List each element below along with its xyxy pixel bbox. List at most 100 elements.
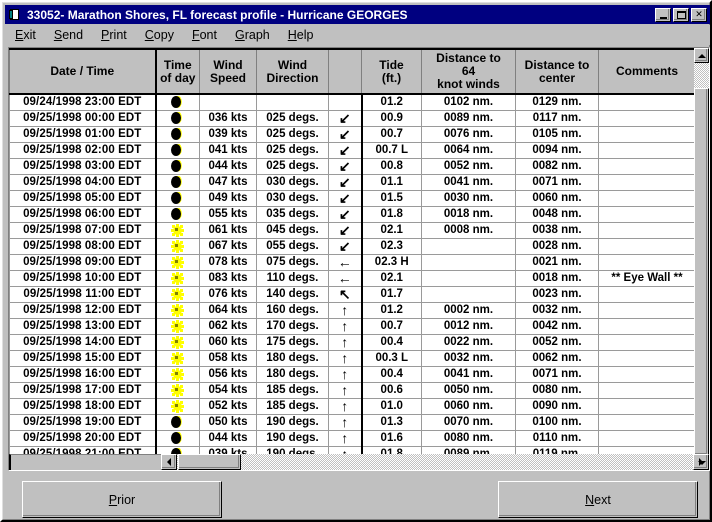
cell-wind-direction[interactable]: 175 degs. — [256, 334, 329, 351]
cell-distance-64kt[interactable]: 0008 nm. — [421, 222, 516, 239]
cell-wind-direction[interactable] — [256, 94, 329, 111]
cell-wind-speed[interactable]: 061 kts — [199, 222, 257, 239]
cell-tide[interactable]: 01.8 — [361, 206, 422, 223]
cell-distance-center[interactable]: 0129 nm. — [515, 94, 599, 111]
cell-wind-direction[interactable]: 180 degs. — [256, 350, 329, 367]
cell-tide[interactable]: 00.4 — [361, 366, 422, 383]
scroll-right-button[interactable] — [693, 454, 709, 470]
moon-icon[interactable] — [155, 174, 200, 191]
cell-distance-center[interactable]: 0023 nm. — [515, 286, 599, 303]
cell-tide[interactable]: 00.7 L — [361, 142, 422, 159]
cell-distance-64kt[interactable]: 0080 nm. — [421, 430, 516, 447]
cell-distance-center[interactable]: 0032 nm. — [515, 302, 599, 319]
cell-distance-center[interactable]: 0105 nm. — [515, 126, 599, 143]
cell-wind-speed[interactable]: 036 kts — [199, 110, 257, 127]
cell-distance-center[interactable]: 0094 nm. — [515, 142, 599, 159]
table-row[interactable]: 09/25/1998 00:00 EDT 036 kts 025 degs. ↙ 00.… — [9, 110, 696, 127]
sun-icon[interactable] — [155, 270, 200, 287]
cell-distance-64kt[interactable] — [421, 286, 516, 303]
cell-tide[interactable]: 00.3 L — [361, 350, 422, 367]
cell-comment[interactable] — [598, 302, 696, 319]
header-distance-to-center[interactable]: Distance to center — [515, 48, 599, 95]
cell-comment[interactable] — [598, 334, 696, 351]
cell-distance-center[interactable]: 0080 nm. — [515, 382, 599, 399]
table-row[interactable]: 09/25/1998 09:00 EDT 078 kts 075 degs. ← 02.… — [9, 254, 696, 271]
cell-distance-64kt[interactable]: 0102 nm. — [421, 94, 516, 111]
cell-wind-speed[interactable]: 067 kts — [199, 238, 257, 255]
cell-wind-speed[interactable] — [199, 94, 257, 111]
cell-comment[interactable] — [598, 350, 696, 367]
cell-distance-center[interactable]: 0082 nm. — [515, 158, 599, 175]
cell-date-time[interactable]: 09/25/1998 19:00 EDT — [9, 414, 157, 431]
cell-wind-direction[interactable]: 025 degs. — [256, 110, 329, 127]
header-distance-to-64kt[interactable]: Distance to 64 knot winds — [421, 48, 516, 95]
cell-distance-center[interactable]: 0110 nm. — [515, 430, 599, 447]
cell-comment[interactable] — [598, 286, 696, 303]
cell-date-time[interactable]: 09/25/1998 20:00 EDT — [9, 430, 157, 447]
cell-distance-64kt[interactable]: 0089 nm. — [421, 110, 516, 127]
cell-date-time[interactable]: 09/25/1998 14:00 EDT — [9, 334, 157, 351]
cell-comment[interactable] — [598, 126, 696, 143]
cell-distance-64kt[interactable] — [421, 270, 516, 287]
table-row[interactable]: 09/25/1998 10:00 EDT 083 kts 110 degs. ← 02.… — [9, 270, 696, 287]
cell-date-time[interactable]: 09/25/1998 00:00 EDT — [9, 110, 157, 127]
cell-tide[interactable]: 01.2 — [361, 94, 422, 111]
cell-distance-center[interactable]: 0060 nm. — [515, 190, 599, 207]
cell-wind-speed[interactable]: 044 kts — [199, 430, 257, 447]
cell-distance-64kt[interactable]: 0050 nm. — [421, 382, 516, 399]
cell-wind-direction[interactable]: 110 degs. — [256, 270, 329, 287]
cell-distance-center[interactable]: 0028 nm. — [515, 238, 599, 255]
cell-distance-64kt[interactable]: 0041 nm. — [421, 174, 516, 191]
cell-date-time[interactable]: 09/25/1998 15:00 EDT — [9, 350, 157, 367]
sun-icon[interactable] — [155, 254, 200, 271]
cell-date-time[interactable]: 09/25/1998 10:00 EDT — [9, 270, 157, 287]
cell-wind-direction[interactable]: 025 degs. — [256, 142, 329, 159]
table-row[interactable]: 09/25/1998 01:00 EDT 039 kts 025 degs. ↙ 00.… — [9, 126, 696, 143]
header-date-time[interactable]: Date / Time — [9, 48, 157, 95]
cell-wind-speed[interactable]: 049 kts — [199, 190, 257, 207]
cell-wind-speed[interactable]: 041 kts — [199, 142, 257, 159]
horizontal-scrollbar[interactable] — [161, 454, 709, 470]
cell-wind-direction[interactable]: 170 degs. — [256, 318, 329, 335]
sun-icon[interactable] — [155, 302, 200, 319]
next-button[interactable]: Next — [498, 481, 698, 518]
sun-icon[interactable] — [155, 222, 200, 239]
header-time-of-day[interactable]: Time of day — [155, 48, 200, 95]
moon-icon[interactable] — [155, 190, 200, 207]
cell-date-time[interactable]: 09/25/1998 12:00 EDT — [9, 302, 157, 319]
table-row[interactable]: 09/25/1998 16:00 EDT 056 kts 180 degs. ↑ 00.… — [9, 366, 696, 383]
cell-comment[interactable] — [598, 318, 696, 335]
moon-icon[interactable] — [155, 142, 200, 159]
table-row[interactable]: 09/25/1998 14:00 EDT 060 kts 175 degs. ↑ 00.… — [9, 334, 696, 351]
cell-distance-center[interactable]: 0042 nm. — [515, 318, 599, 335]
table-row[interactable]: 09/25/1998 04:00 EDT 047 kts 030 degs. ↙ 01.… — [9, 174, 696, 191]
cell-wind-speed[interactable]: 047 kts — [199, 174, 257, 191]
cell-tide[interactable]: 00.8 — [361, 158, 422, 175]
forecast-grid-viewport[interactable]: Date / Time Time of day Wind Speed Wind … — [9, 48, 709, 470]
cell-distance-64kt[interactable]: 0018 nm. — [421, 206, 516, 223]
cell-tide[interactable]: 01.7 — [361, 286, 422, 303]
table-row[interactable]: 09/25/1998 03:00 EDT 044 kts 025 degs. ↙ 00.… — [9, 158, 696, 175]
cell-date-time[interactable]: 09/25/1998 03:00 EDT — [9, 158, 157, 175]
vertical-scrollbar[interactable] — [694, 48, 709, 470]
cell-distance-64kt[interactable] — [421, 238, 516, 255]
cell-comment[interactable] — [598, 190, 696, 207]
menu-copy[interactable]: Copy — [136, 26, 183, 44]
sun-icon[interactable] — [155, 334, 200, 351]
cell-distance-center[interactable]: 0090 nm. — [515, 398, 599, 415]
table-row[interactable]: 09/25/1998 06:00 EDT 055 kts 035 degs. ↙ 01.… — [9, 206, 696, 223]
header-tide[interactable]: Tide (ft.) — [361, 48, 422, 95]
cell-tide[interactable]: 01.5 — [361, 190, 422, 207]
header-wind-direction[interactable]: Wind Direction — [256, 48, 329, 95]
close-button[interactable]: ✕ — [691, 7, 707, 22]
menu-help[interactable]: Help — [279, 26, 323, 44]
cell-comment[interactable] — [598, 366, 696, 383]
cell-wind-direction[interactable]: 035 degs. — [256, 206, 329, 223]
cell-wind-speed[interactable]: 076 kts — [199, 286, 257, 303]
table-row[interactable]: 09/25/1998 02:00 EDT 041 kts 025 degs. ↙ 00.… — [9, 142, 696, 159]
cell-wind-direction[interactable]: 045 degs. — [256, 222, 329, 239]
cell-tide[interactable]: 02.1 — [361, 222, 422, 239]
moon-icon[interactable] — [155, 110, 200, 127]
cell-wind-direction[interactable]: 025 degs. — [256, 126, 329, 143]
header-comments[interactable]: Comments — [598, 48, 696, 95]
